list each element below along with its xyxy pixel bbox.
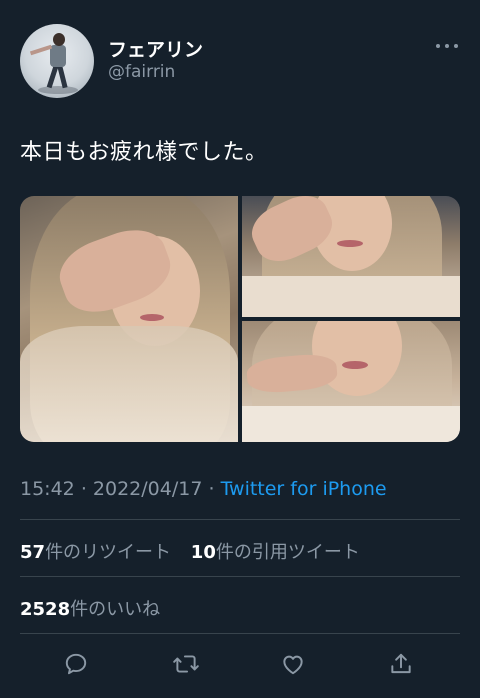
tweet-time[interactable]: 15:42: [20, 478, 75, 500]
photo-1[interactable]: [20, 196, 238, 442]
avatar[interactable]: [20, 24, 94, 98]
user-handle[interactable]: @fairrin: [108, 62, 175, 82]
photo-3[interactable]: [242, 321, 460, 442]
retweets-count: 57: [20, 542, 46, 563]
more-options-icon[interactable]: [436, 44, 458, 50]
quotes-count: 10: [190, 542, 216, 563]
action-bar: [0, 644, 480, 684]
quotes-stat[interactable]: 10件の引用ツイート: [191, 542, 360, 563]
like-icon[interactable]: [279, 650, 307, 678]
retweets-stat[interactable]: 57件のリツイート: [20, 542, 171, 563]
timestamp: 15:42 · 2022/04/17 · Twitter for iPhone: [20, 478, 387, 500]
tweet-date[interactable]: 2022/04/17: [93, 478, 203, 500]
reply-icon[interactable]: [62, 650, 90, 678]
share-icon[interactable]: [387, 650, 415, 678]
divider: [20, 633, 460, 634]
tweet-text: 本日もお疲れ様でした。: [20, 140, 268, 165]
likes-label: 件のいいね: [70, 599, 161, 620]
likes-stat[interactable]: 2528件のいいね: [20, 599, 160, 620]
retweet-stats-row: 57件のリツイート 10件の引用ツイート: [20, 538, 374, 564]
tweet-detail: フェアリン @fairrin 本日もお疲れ様でした。 15:42 · 2022/…: [0, 0, 480, 698]
divider: [20, 576, 460, 577]
quotes-label: 件の引用ツイート: [215, 542, 360, 563]
display-name[interactable]: フェアリン: [108, 35, 203, 62]
retweets-label: 件のリツイート: [45, 542, 172, 563]
separator: ·: [208, 478, 215, 500]
photo-2[interactable]: [242, 196, 460, 317]
media-grid: [20, 196, 460, 442]
tweet-source-link[interactable]: Twitter for iPhone: [221, 478, 387, 500]
likes-stats-row: 2528件のいいね: [20, 595, 174, 621]
separator: ·: [80, 478, 87, 500]
likes-count: 2528: [20, 599, 71, 620]
divider: [20, 519, 460, 520]
retweet-icon[interactable]: [172, 650, 200, 678]
